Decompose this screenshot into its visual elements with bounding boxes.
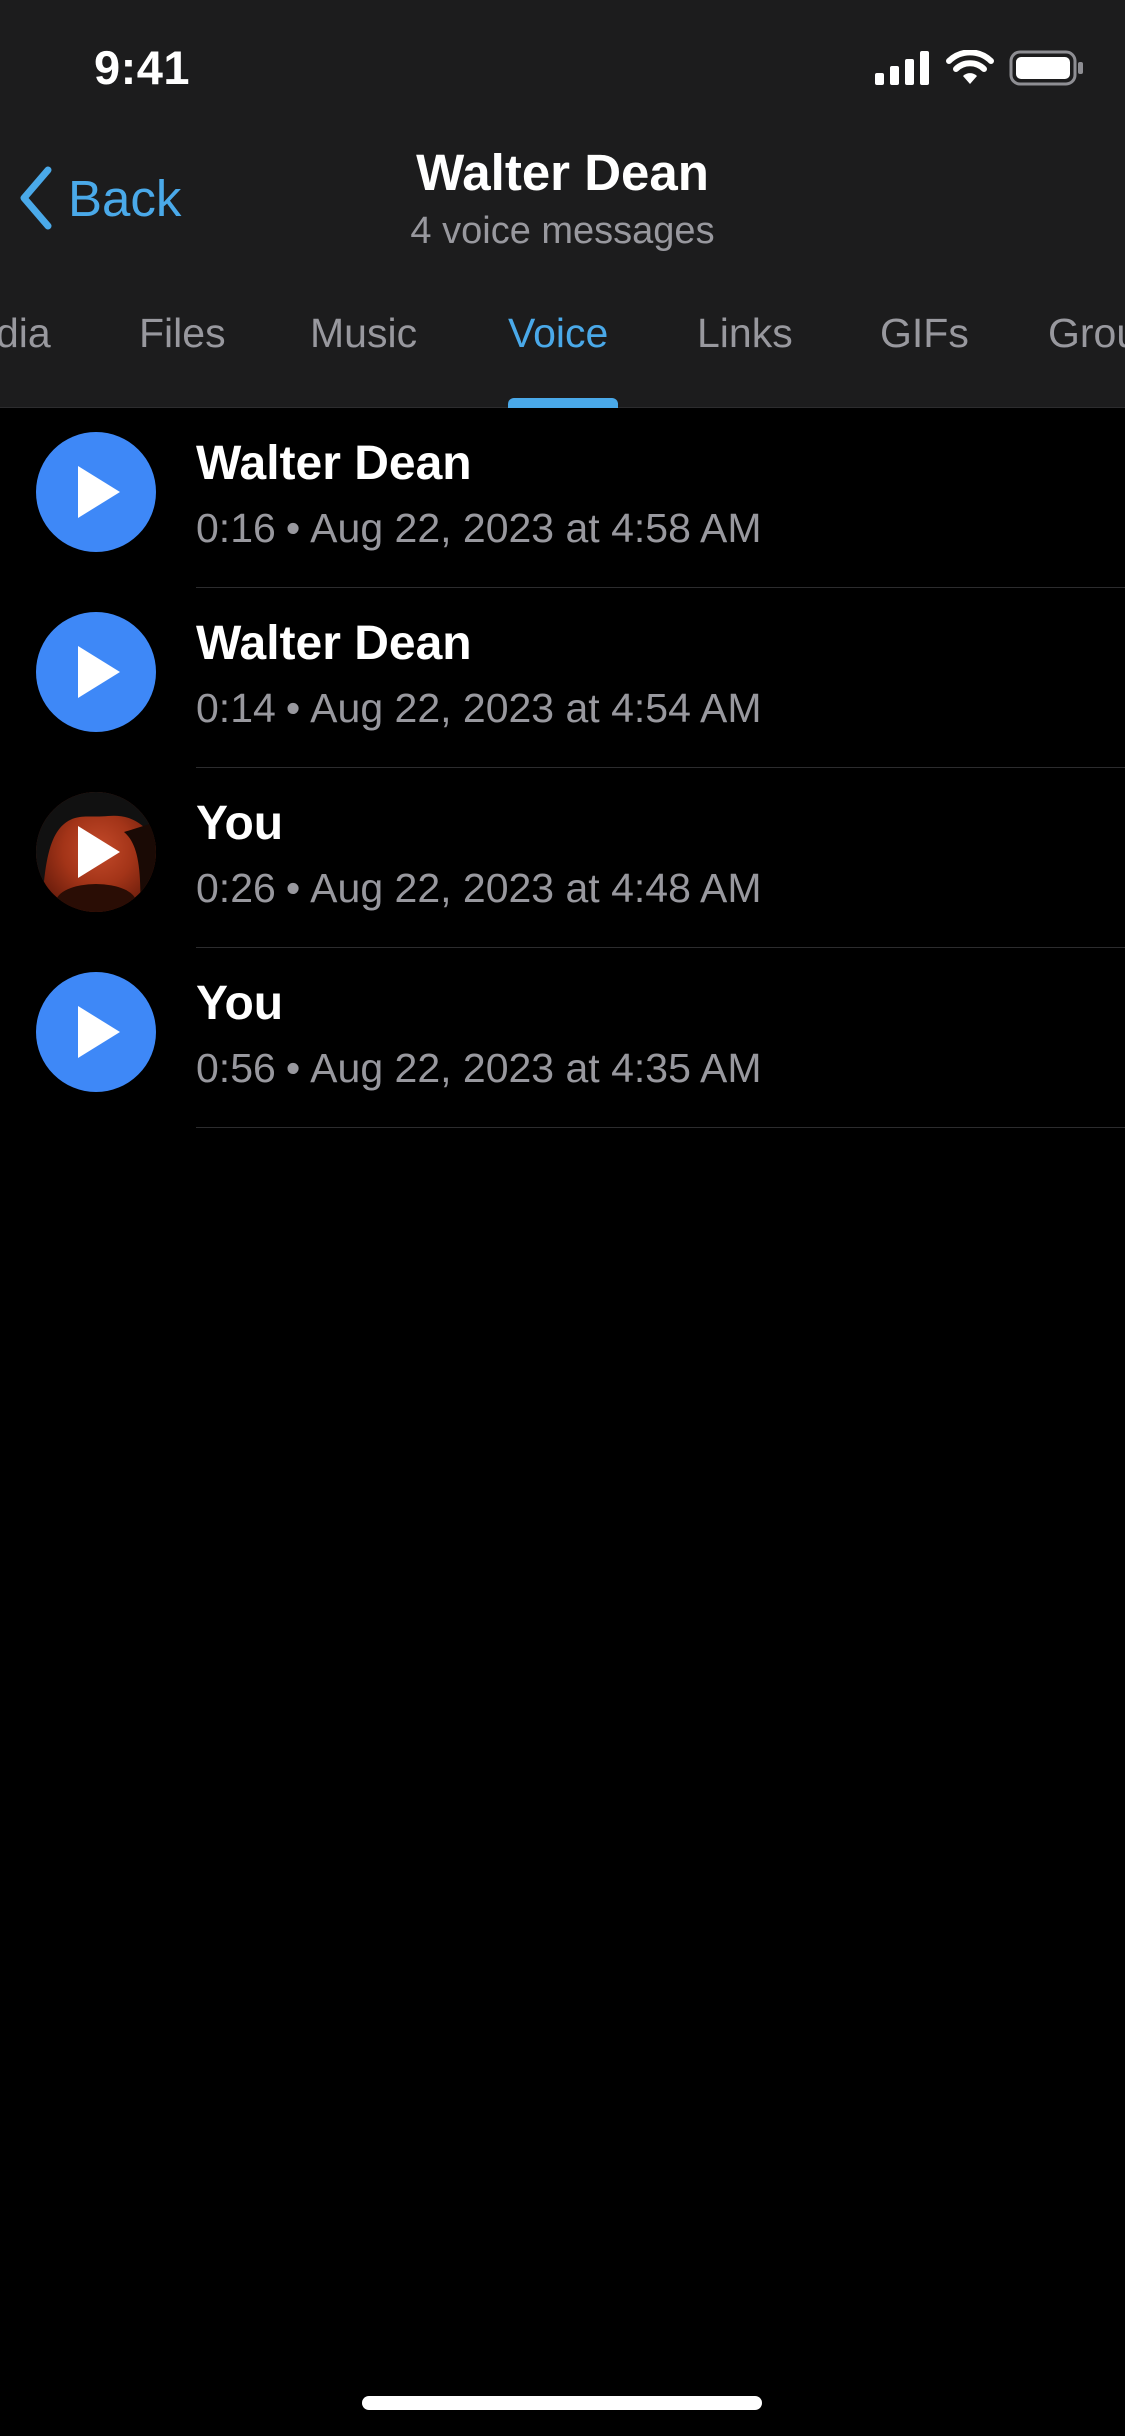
- tab-media[interactable]: dia: [0, 310, 51, 357]
- timestamp: Aug 22, 2023 at 4:48 AM: [310, 865, 762, 911]
- nav-title-block: Walter Dean 4 voice messages: [0, 143, 1125, 253]
- sender-name: You: [196, 797, 284, 850]
- media-tabs: dia Files Music Voice Links GIFs Grou: [0, 296, 1125, 408]
- chat-title: Walter Dean: [416, 144, 709, 201]
- voice-message-list: Walter Dean 0:16 • Aug 22, 2023 at 4:58 AM…: [0, 408, 1125, 1128]
- play-icon: [78, 1006, 120, 1058]
- list-item[interactable]: Walter Dean 0:16 • Aug 22, 2023 at 4:58 AM: [0, 408, 1125, 588]
- tab-groups[interactable]: Grou: [1048, 310, 1125, 357]
- separator: •: [285, 865, 301, 911]
- tab-music[interactable]: Music: [310, 310, 417, 357]
- play-button[interactable]: [36, 432, 156, 552]
- play-icon: [78, 826, 120, 878]
- duration: 0:56: [196, 1045, 276, 1091]
- duration: 0:16: [196, 505, 276, 551]
- separator: •: [285, 1045, 301, 1091]
- status-bar: 9:41: [0, 0, 1125, 135]
- list-item[interactable]: Walter Dean 0:14 • Aug 22, 2023 at 4:54 AM: [0, 588, 1125, 768]
- sender-name: Walter Dean: [196, 617, 472, 670]
- home-indicator[interactable]: [362, 2396, 762, 2410]
- divider: [196, 1127, 1125, 1128]
- voice-messages-screen: 9:41 Back Walter Dean 4 voice messages d…: [0, 0, 1125, 2436]
- message-meta: 0:26 • Aug 22, 2023 at 4:48 AM: [196, 865, 762, 912]
- sender-name: You: [196, 977, 284, 1030]
- chat-subtitle: 4 voice messages: [410, 210, 715, 252]
- battery-icon: [1009, 50, 1083, 86]
- list-item[interactable]: You 0:26 • Aug 22, 2023 at 4:48 AM: [0, 768, 1125, 948]
- duration: 0:14: [196, 685, 276, 731]
- active-tab-indicator: [508, 398, 618, 408]
- tab-links[interactable]: Links: [697, 310, 793, 357]
- play-icon: [78, 466, 120, 518]
- header: 9:41 Back Walter Dean 4 voice messages d…: [0, 0, 1125, 408]
- message-meta: 0:56 • Aug 22, 2023 at 4:35 AM: [196, 1045, 762, 1092]
- status-time: 9:41: [94, 41, 191, 94]
- play-button[interactable]: [36, 612, 156, 732]
- separator: •: [285, 505, 301, 551]
- message-meta: 0:16 • Aug 22, 2023 at 4:58 AM: [196, 505, 762, 552]
- status-icons: [875, 50, 1085, 86]
- list-item[interactable]: You 0:56 • Aug 22, 2023 at 4:35 AM: [0, 948, 1125, 1128]
- tab-gifs[interactable]: GIFs: [880, 310, 969, 357]
- play-icon: [78, 646, 120, 698]
- tab-voice[interactable]: Voice: [508, 310, 608, 357]
- message-meta: 0:14 • Aug 22, 2023 at 4:54 AM: [196, 685, 762, 732]
- timestamp: Aug 22, 2023 at 4:35 AM: [310, 1045, 762, 1091]
- separator: •: [285, 685, 301, 731]
- tab-files[interactable]: Files: [139, 310, 226, 357]
- play-button[interactable]: [36, 972, 156, 1092]
- sender-name: Walter Dean: [196, 437, 472, 490]
- timestamp: Aug 22, 2023 at 4:58 AM: [310, 505, 762, 551]
- wifi-icon: [946, 50, 994, 84]
- duration: 0:26: [196, 865, 276, 911]
- cellular-signal-icon: [875, 51, 929, 85]
- navigation-bar: Back Walter Dean 4 voice messages: [0, 135, 1125, 265]
- profile-photo-play-button[interactable]: [36, 792, 156, 912]
- timestamp: Aug 22, 2023 at 4:54 AM: [310, 685, 762, 731]
